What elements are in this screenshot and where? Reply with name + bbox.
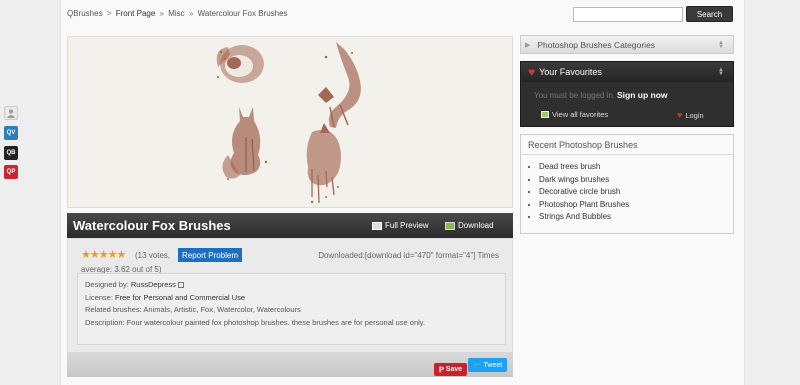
- pinterest-save-button[interactable]: ℙ Save: [434, 363, 467, 376]
- related-label: Related brushes:: [85, 305, 142, 314]
- download-label: Download: [458, 221, 494, 230]
- download-count: Downloaded:[download id="470" format="4"…: [318, 251, 499, 260]
- signup-link[interactable]: Sign up now: [617, 90, 668, 100]
- license-value: Free for Personal and Commercial Use: [115, 292, 246, 302]
- twitter-bird-icon: 🐦: [472, 362, 482, 369]
- designer-label: Designed by:: [85, 280, 129, 289]
- login-label: Login: [685, 110, 704, 120]
- image-icon: [541, 111, 549, 118]
- report-problem-button[interactable]: Report Problem: [178, 248, 243, 262]
- screen-icon: [372, 221, 382, 230]
- designer-link[interactable]: RussDepress: [131, 280, 176, 289]
- description-label: Description:: [85, 317, 125, 327]
- license-label: License:: [85, 292, 113, 302]
- search-button[interactable]: Search: [686, 6, 733, 22]
- qv-icon[interactable]: QV: [4, 126, 18, 140]
- breadcrumb-separator: >: [106, 9, 112, 18]
- brush-info-panel: ★★★★★ (13 votes, Report Problem Download…: [67, 238, 513, 358]
- heart-plus-icon: ♥: [528, 65, 536, 79]
- tweet-label: Tweet: [483, 361, 503, 369]
- play-arrow-icon: ▶: [525, 41, 531, 49]
- favourites-header[interactable]: ♥ Your Favourites ▲ ▼: [521, 62, 733, 82]
- breadcrumb-misc[interactable]: Misc: [168, 9, 184, 18]
- brush-preview-image[interactable]: [67, 36, 513, 208]
- favourites-title: Your Favourites: [539, 67, 602, 77]
- user-icon[interactable]: [4, 106, 18, 120]
- external-link-icon[interactable]: [177, 282, 184, 289]
- categories-title: Photoshop Brushes Categories: [537, 39, 656, 50]
- login-required-text: You must be logged in.: [534, 91, 616, 100]
- view-all-favorites-link[interactable]: View all favorites: [541, 110, 608, 119]
- expand-toggle-icon[interactable]: ▲ ▼: [718, 40, 724, 50]
- download-icon: [445, 221, 455, 230]
- breadcrumb-current: Watercolour Fox Brushes: [197, 9, 288, 18]
- list-item[interactable]: Photoshop Plant Brushes: [539, 199, 733, 212]
- brush-details: Designed by: RussDepress License: Free f…: [77, 273, 506, 345]
- recent-brushes-list: Dead trees brush Dark wings brushes Deco…: [539, 161, 733, 224]
- heart-icon: ♥: [677, 110, 683, 120]
- tweet-button[interactable]: 🐦 Tweet: [468, 358, 507, 372]
- list-item[interactable]: Dark wings brushes: [539, 174, 733, 187]
- favourites-widget: ♥ Your Favourites ▲ ▼ You must be logged …: [520, 61, 734, 127]
- description-text: Four watercolour painted fox photoshop b…: [126, 317, 426, 327]
- pinterest-icon: ℙ: [438, 366, 444, 374]
- breadcrumb: QBrushes > Front Page » Misc » Watercolo…: [67, 9, 288, 18]
- full-preview-button[interactable]: Full Preview: [372, 221, 429, 230]
- list-item[interactable]: Decorative circle brush: [539, 186, 733, 199]
- recent-brushes-widget: Recent Photoshop Brushes Dead trees brus…: [520, 134, 734, 234]
- recent-brushes-title: Recent Photoshop Brushes: [521, 135, 733, 155]
- vote-count: (13 votes,: [135, 251, 171, 260]
- page-title: Watercolour Fox Brushes: [73, 218, 231, 233]
- search-input[interactable]: [573, 7, 683, 22]
- brush-title-bar: Watercolour Fox Brushes Full Preview Dow…: [67, 213, 513, 238]
- save-label: Save: [445, 366, 463, 373]
- view-all-label: View all favorites: [552, 110, 609, 119]
- breadcrumb-site[interactable]: QBrushes: [67, 9, 103, 18]
- list-item[interactable]: Strings And Bubbles: [539, 211, 733, 224]
- categories-widget[interactable]: ▶ Photoshop Brushes Categories ▲ ▼: [520, 35, 734, 54]
- breadcrumb-separator: »: [188, 9, 194, 18]
- designer-row: Designed by: RussDepress: [85, 279, 498, 292]
- full-preview-label: Full Preview: [385, 221, 429, 230]
- list-item[interactable]: Dead trees brush: [539, 161, 733, 174]
- related-row: Related brushes: Animals, Artistic, Fox,…: [85, 304, 498, 317]
- breadcrumb-separator: »: [159, 9, 164, 18]
- qb-icon[interactable]: QB: [4, 146, 18, 160]
- expand-toggle-icon[interactable]: ▲ ▼: [718, 67, 724, 77]
- breadcrumb-front-page[interactable]: Front Page: [116, 9, 156, 18]
- rating-stars[interactable]: ★★★★★: [81, 248, 126, 261]
- license-row: License: Free for Personal and Commercia…: [85, 292, 498, 305]
- download-button[interactable]: Download: [445, 221, 494, 230]
- qp-icon[interactable]: QP: [4, 165, 18, 179]
- login-link[interactable]: ♥ Login: [677, 110, 704, 120]
- description-row: Description: Four watercolour painted fo…: [85, 317, 498, 330]
- related-tags[interactable]: Animals, Artistic, Fox, Watercolor, Wate…: [143, 305, 300, 314]
